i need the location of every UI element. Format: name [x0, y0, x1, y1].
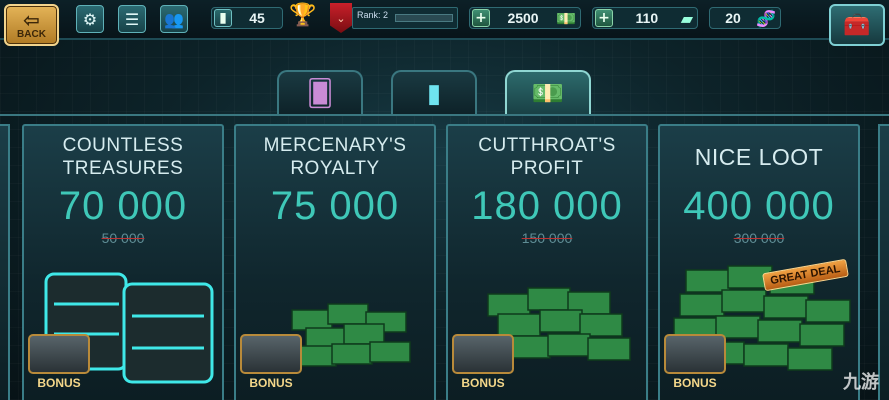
- bonus-badge: BONUS: [28, 334, 90, 398]
- trophy-icon: 🏆: [289, 3, 317, 28]
- tab-energy[interactable]: ▮: [391, 70, 477, 116]
- add-gems-button[interactable]: +: [595, 9, 613, 27]
- currency-pill: + 2500 💵: [469, 7, 581, 29]
- gear-icon: ⚙: [82, 9, 98, 29]
- bonus-chest-icon: [28, 334, 90, 374]
- gems-pill: + 110 ▰: [592, 7, 698, 29]
- tab-money[interactable]: 💵: [505, 70, 591, 116]
- bonus-chest-icon: [664, 334, 726, 374]
- offer-card-cutthroats-profit[interactable]: CUTTHROAT'S PROFIT 180 000 150 000 BONUS: [446, 124, 648, 400]
- offer-title: NICE LOOT: [694, 144, 824, 170]
- offer-old-amount: 50 000: [101, 230, 145, 246]
- bonus-chest-icon: [240, 334, 302, 374]
- bonus-badge: BONUS: [240, 334, 302, 398]
- bonus-badge: BONUS: [664, 334, 726, 398]
- offer-old-amount: 300 000: [733, 230, 785, 246]
- cards-icon: 🂠: [306, 79, 334, 109]
- rank-label: Rank: 2: [357, 10, 389, 20]
- rank-progress: Rank: 2: [352, 7, 458, 29]
- arrow-left-icon: ⇦: [23, 7, 40, 32]
- list-icon: ☰: [124, 9, 140, 29]
- dna-pill: 20 🧬: [709, 7, 781, 29]
- dna-icon: 🧬: [756, 8, 776, 28]
- battery-icon: ▰: [680, 8, 693, 28]
- offer-card-mercenarys-royalty[interactable]: MERCENARY'S ROYALTY 75 000 BONUS: [234, 124, 436, 400]
- site-watermark: 九游: [843, 372, 879, 393]
- prev-card-edge: [0, 124, 10, 400]
- offer-amount: 180 000: [471, 184, 623, 228]
- rank-chevron-icon: ⌄: [330, 3, 352, 33]
- offer-title: CUTTHROAT'S PROFIT: [478, 135, 616, 179]
- tab-divider: [0, 114, 889, 116]
- tab-cards[interactable]: 🂠: [277, 70, 363, 116]
- offer-card-countless-treasures[interactable]: COUNTLESS TREASURES 70 000 50 000 BONUS: [22, 124, 224, 400]
- chest-icon: 🧰: [843, 12, 871, 38]
- offer-amount: 75 000: [270, 184, 400, 228]
- offer-amount: 70 000: [58, 184, 188, 228]
- level-pill: ▮ 45: [211, 7, 283, 29]
- money-stack-icon: 💵: [531, 79, 565, 109]
- settings-button[interactable]: ⚙: [76, 5, 104, 33]
- gems-value: 110: [635, 10, 659, 26]
- dna-value: 20: [725, 10, 741, 26]
- people-icon: 👥: [164, 9, 184, 29]
- level-value: 45: [249, 10, 265, 26]
- canister-icon: ▮: [426, 79, 442, 109]
- level-icon: ▮: [214, 9, 232, 27]
- bonus-badge: BONUS: [452, 334, 514, 398]
- next-card-edge: [878, 124, 889, 400]
- inventory-button[interactable]: 🧰: [829, 4, 885, 46]
- add-currency-button[interactable]: +: [472, 9, 490, 27]
- bonus-chest-icon: [452, 334, 514, 374]
- top-bar: ⇦ BACK ⚙ ☰ 👥 ▮ 45 🏆 ⌄ Rank: 2 + 2500 💵 +…: [0, 0, 889, 46]
- offer-card-nice-loot[interactable]: NICE LOOT 400 000 300 000 GREAT DEAL BON…: [658, 124, 860, 400]
- friends-button[interactable]: 👥: [160, 5, 188, 33]
- cash-icon: 💵: [556, 8, 576, 28]
- offer-old-amount: 150 000: [521, 230, 573, 246]
- offer-title: COUNTLESS TREASURES: [62, 135, 184, 179]
- currency-value: 2500: [507, 10, 539, 26]
- missions-button[interactable]: ☰: [118, 5, 146, 33]
- back-label: BACK: [17, 28, 46, 40]
- offer-amount: 400 000: [683, 184, 835, 228]
- back-button[interactable]: ⇦ BACK: [4, 4, 59, 46]
- offer-title: MERCENARY'S ROYALTY: [263, 135, 407, 179]
